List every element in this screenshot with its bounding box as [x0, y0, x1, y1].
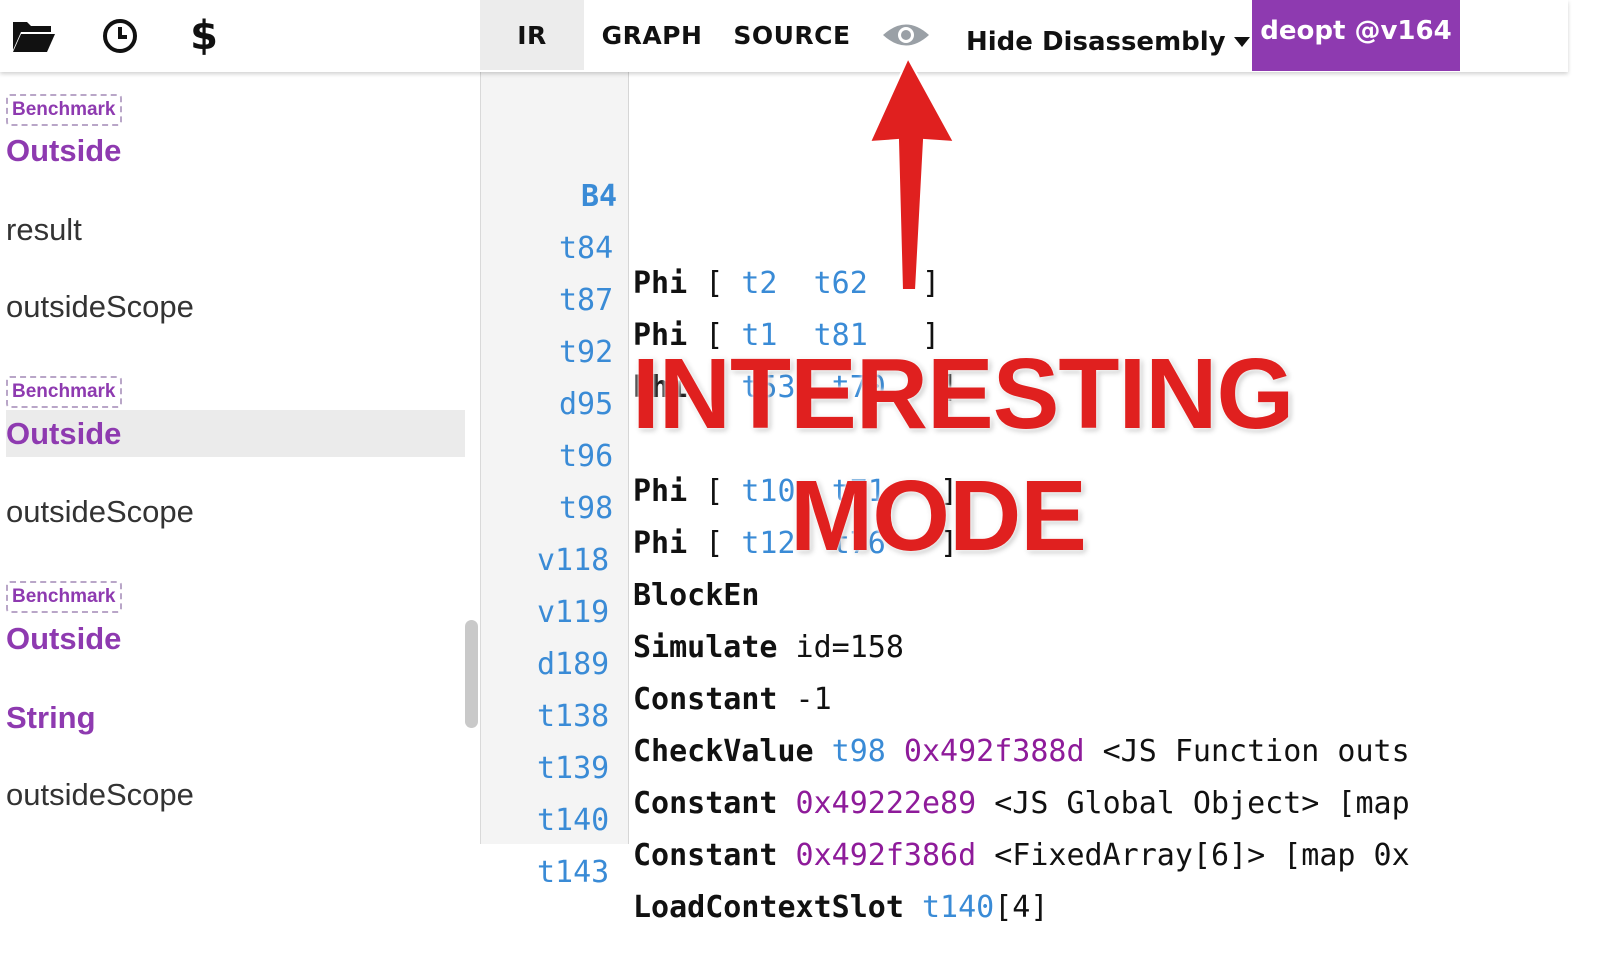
ir-instruction: CheckValue t98 0x492f388d <JS Function o… [633, 734, 1410, 769]
caret-down-icon [1233, 37, 1250, 47]
hide-disassembly-label: Hide Disassembly [966, 27, 1226, 57]
ir-instruction: Constant -1 [633, 682, 832, 717]
ir-instruction: Simulate id=158 [633, 630, 904, 665]
ir-instruction: BlockEn [633, 578, 760, 613]
tab-source[interactable]: SOURCE [728, 0, 856, 70]
hide-disassembly-dropdown[interactable]: Hide Disassembly [966, 22, 1250, 62]
ir-instruction: Constant 0x492f386d <FixedArray[6]> [map… [633, 838, 1410, 873]
tab-graph[interactable]: GRAPH [596, 0, 708, 70]
ir-row[interactable]: t87 Phi [ t1 t81 ] [481, 248, 940, 353]
benchmark-badge: Benchmark [6, 581, 122, 613]
annotation-mode: MODE [790, 460, 1087, 572]
ir-instruction: Constant 0x49222e89 <JS Global Object> [… [633, 786, 1410, 821]
ir-row[interactable]: v119 Simulate id=158 [481, 560, 904, 665]
sidebar-scrollbar[interactable] [465, 620, 478, 728]
dollar-icon[interactable]: $ [180, 14, 228, 58]
benchmark-badge: Benchmark [6, 376, 122, 408]
block-label: B4 [581, 179, 618, 214]
ir-row[interactable]: t139 Constant 0x49222e89 <JS Global Obje… [481, 716, 1410, 821]
deopt-button[interactable]: deopt @v164 [1252, 0, 1460, 71]
function-item[interactable]: String [6, 700, 96, 736]
ir-row[interactable]: t140 Constant 0x492f386d <FixedArray[6]>… [481, 768, 1410, 873]
ir-row[interactable]: t84 Phi [ t2 t62 ] [481, 196, 940, 301]
tab-ir[interactable]: IR [480, 0, 584, 70]
ir-row[interactable]: t96 Phi [ t10 t71 ] [481, 404, 958, 509]
clock-icon[interactable] [96, 14, 144, 58]
ir-row[interactable]: v118 BlockEn [481, 508, 759, 613]
scope-item[interactable]: outsideScope [6, 777, 194, 813]
function-item-selected[interactable]: Outside [6, 416, 121, 452]
scope-item[interactable]: outsideScope [6, 494, 194, 530]
scope-item[interactable]: outsideScope [6, 289, 194, 325]
ir-row[interactable]: t92 Phi [ t53 t70 ] [481, 300, 958, 405]
benchmark-badge: Benchmark [6, 94, 122, 126]
ir-row[interactable]: t138 CheckValue t98 0x492f388d <JS Funct… [481, 664, 1410, 769]
scope-item[interactable]: result [6, 212, 82, 248]
ir-row[interactable]: d95 [481, 352, 613, 422]
toolbar: $ IR GRAPH SOURCE Hide Disassembly deopt… [0, 0, 1568, 72]
ir-row[interactable]: d189 Constant -1 [481, 612, 832, 717]
annotation-arrow-icon [868, 58, 956, 291]
annotation-interesting: INTERESTING [632, 338, 1294, 450]
eye-icon[interactable] [880, 18, 932, 52]
ir-row[interactable]: t98 Phi [ t12 t76 ] [481, 456, 958, 561]
block-header: B4 [481, 144, 617, 214]
function-item[interactable]: Outside [6, 133, 121, 169]
ir-instruction: LoadContextSlot t140[4] [633, 890, 1049, 925]
gutter-divider [628, 72, 629, 844]
function-item[interactable]: Outside [6, 621, 121, 657]
ir-row[interactable]: t143 LoadContextSlot t140[4] [481, 820, 1048, 925]
folder-open-icon[interactable] [10, 14, 58, 58]
